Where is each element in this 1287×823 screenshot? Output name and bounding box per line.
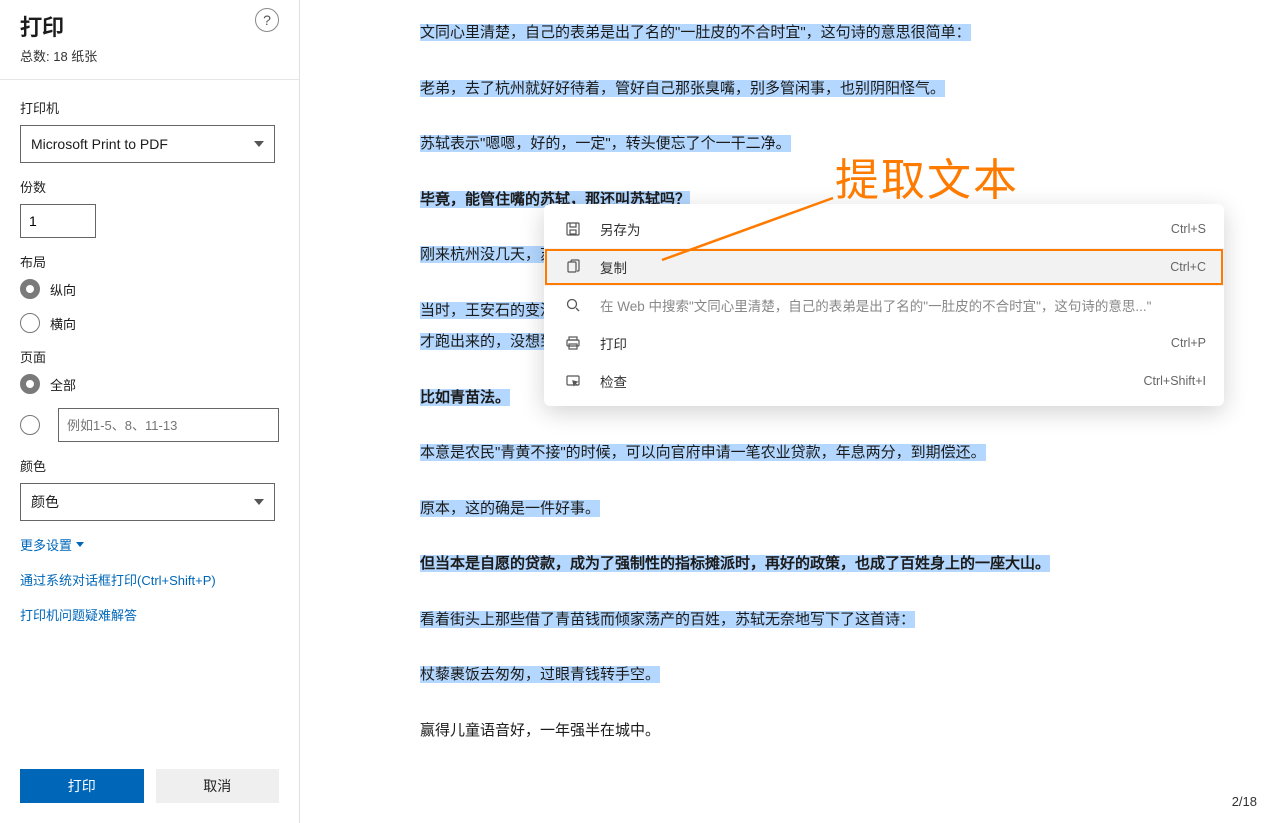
printer-label: 打印机 (20, 98, 279, 117)
ctx-label: 另存为 (600, 219, 1171, 239)
print-preview: 文同心里清楚，自己的表弟是出了名的"一肚皮的不合时宜"，这句诗的意思很简单： 老… (300, 0, 1287, 823)
ctx-save-as[interactable]: 另存为 Ctrl+S (544, 210, 1224, 248)
ctx-shortcut: Ctrl+S (1171, 222, 1206, 236)
chevron-down-icon (254, 141, 264, 147)
radio-unselected-icon (20, 415, 40, 435)
ctx-copy[interactable]: 复制 Ctrl+C (544, 248, 1224, 286)
selected-text: 本意是农民"青黄不接"的时候，可以向官府申请一笔农业贷款，年息两分，到期偿还。 (420, 444, 986, 461)
context-menu: 另存为 Ctrl+S 复制 Ctrl+C 在 Web 中搜索"文同心里清楚，自己… (544, 204, 1224, 406)
para: 原本，这的确是一件好事。 (420, 496, 1257, 522)
pages-all-label: 全部 (50, 375, 76, 394)
layout-landscape-radio[interactable]: 横向 (20, 313, 279, 333)
pages-label: 页面 (20, 347, 279, 366)
print-icon (562, 334, 584, 352)
para: 文同心里清楚，自己的表弟是出了名的"一肚皮的不合时宜"，这句诗的意思很简单： (420, 20, 1257, 46)
selected-text: 杖藜裹饭去匆匆，过眼青钱转手空。 (420, 666, 660, 683)
ctx-shortcut: Ctrl+P (1171, 336, 1206, 350)
total-sheets: 总数: 18 纸张 (20, 46, 279, 65)
color-value: 颜色 (31, 492, 59, 512)
selected-text: 比如青苗法。 (420, 389, 510, 406)
selected-text: 老弟，去了杭州就好好待着，管好自己那张臭嘴，别多管闲事，也别阴阳怪气。 (420, 80, 945, 97)
pages-custom-radio[interactable] (20, 408, 279, 442)
pages-range-input[interactable] (58, 408, 279, 442)
ctx-shortcut: Ctrl+Shift+I (1143, 374, 1206, 388)
selected-text: 当时，王安石的变法 (420, 302, 555, 319)
color-select[interactable]: 颜色 (20, 483, 275, 521)
ctx-label: 复制 (600, 257, 1170, 277)
plain-text: 赢得儿童语音好，一年强半在城中。 (420, 722, 660, 739)
selected-text: 原本，这的确是一件好事。 (420, 500, 600, 517)
selected-text: 但当本是自愿的贷款，成为了强制性的指标摊派时，再好的政策，也成了百姓身上的一座大… (420, 555, 1050, 572)
para: 但当本是自愿的贷款，成为了强制性的指标摊派时，再好的政策，也成了百姓身上的一座大… (420, 551, 1257, 577)
para: 杖藜裹饭去匆匆，过眼青钱转手空。 (420, 662, 1257, 688)
chevron-down-icon (254, 499, 264, 505)
para: 本意是农民"青黄不接"的时候，可以向官府申请一笔农业贷款，年息两分，到期偿还。 (420, 440, 1257, 466)
ctx-inspect[interactable]: 检查 Ctrl+Shift+I (544, 362, 1224, 400)
selected-text: 刚来杭州没几天，苏 (420, 246, 555, 263)
page-number: 2/18 (1232, 794, 1257, 809)
panel-header: 打印 总数: 18 纸张 ? (0, 0, 299, 80)
selected-text: 看着街头上那些借了青苗钱而倾家荡产的百姓，苏轼无奈地写下了这首诗： (420, 611, 915, 628)
selected-text: 才跑出来的，没想到 (420, 333, 555, 350)
layout-label: 布局 (20, 252, 279, 271)
ctx-print[interactable]: 打印 Ctrl+P (544, 324, 1224, 362)
system-dialog-link[interactable]: 通过系统对话框打印(Ctrl+Shift+P) (20, 570, 279, 589)
more-settings-label: 更多设置 (20, 535, 72, 554)
radio-selected-icon (20, 374, 40, 394)
troubleshoot-link[interactable]: 打印机问题疑难解答 (20, 605, 279, 624)
cancel-button[interactable]: 取消 (156, 769, 280, 803)
save-icon (562, 220, 584, 238)
ctx-label: 在 Web 中搜索"文同心里清楚，自己的表弟是出了名的"一肚皮的不合时宜"，这句… (600, 295, 1206, 315)
layout-landscape-label: 横向 (50, 314, 76, 333)
layout-portrait-radio[interactable]: 纵向 (20, 279, 279, 299)
para: 赢得儿童语音好，一年强半在城中。 (420, 718, 1257, 744)
printer-value: Microsoft Print to PDF (31, 136, 168, 152)
ctx-web-search[interactable]: 在 Web 中搜索"文同心里清楚，自己的表弟是出了名的"一肚皮的不合时宜"，这句… (544, 286, 1224, 324)
selected-text: 文同心里清楚，自己的表弟是出了名的"一肚皮的不合时宜"，这句诗的意思很简单： (420, 24, 971, 41)
print-panel: 打印 总数: 18 纸张 ? 打印机 Microsoft Print to PD… (0, 0, 300, 823)
panel-footer: 打印 取消 (0, 759, 299, 823)
para: 看着街头上那些借了青苗钱而倾家荡产的百姓，苏轼无奈地写下了这首诗： (420, 607, 1257, 633)
ctx-shortcut: Ctrl+C (1170, 260, 1206, 274)
copies-label: 份数 (20, 177, 279, 196)
panel-title: 打印 (20, 10, 279, 42)
layout-portrait-label: 纵向 (50, 280, 76, 299)
inspect-icon (562, 372, 584, 390)
para: 老弟，去了杭州就好好待着，管好自己那张臭嘴，别多管闲事，也别阴阳怪气。 (420, 76, 1257, 102)
pages-all-radio[interactable]: 全部 (20, 374, 279, 394)
annotation-text: 提取文本 (835, 144, 1019, 208)
chevron-down-icon (76, 542, 84, 547)
selected-text: 苏轼表示"嗯嗯，好的，一定"，转头便忘了个一干二净。 (420, 135, 791, 152)
help-button[interactable]: ? (255, 8, 279, 32)
radio-selected-icon (20, 279, 40, 299)
ctx-label: 打印 (600, 333, 1171, 353)
ctx-label: 检查 (600, 371, 1143, 391)
search-icon (562, 296, 584, 314)
copy-icon (562, 258, 584, 276)
copies-input[interactable] (20, 204, 96, 238)
print-button[interactable]: 打印 (20, 769, 144, 803)
panel-body: 打印机 Microsoft Print to PDF 份数 布局 纵向 横向 页… (0, 80, 299, 759)
radio-unselected-icon (20, 313, 40, 333)
printer-select[interactable]: Microsoft Print to PDF (20, 125, 275, 163)
more-settings-link[interactable]: 更多设置 (20, 535, 84, 554)
color-label: 颜色 (20, 456, 279, 475)
